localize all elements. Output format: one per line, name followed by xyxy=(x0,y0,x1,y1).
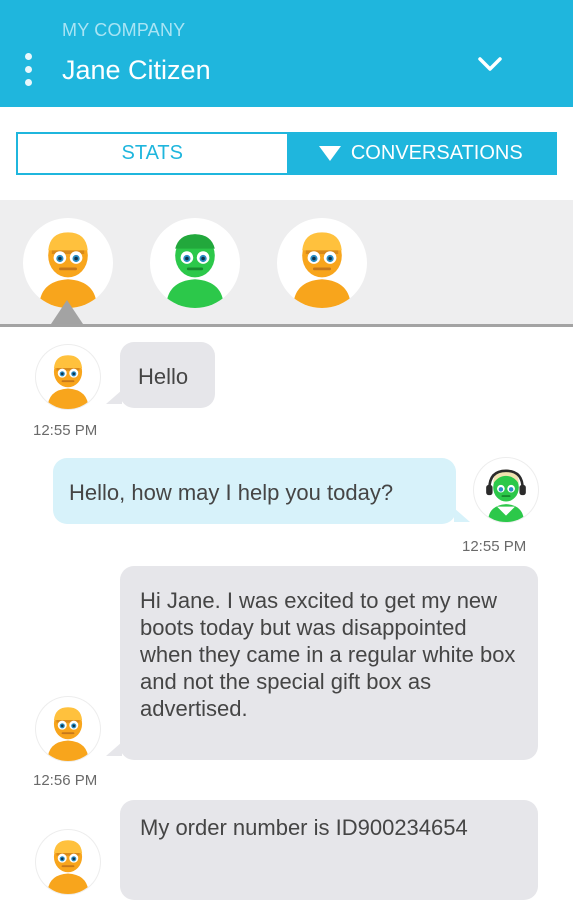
app-header: MY COMPANY Jane Citizen xyxy=(0,0,573,107)
message-bubble-incoming: My order number is ID900234654 xyxy=(120,800,538,900)
message-timestamp: 12:55 PM xyxy=(462,538,527,555)
triangle-down-icon xyxy=(318,146,341,161)
conversation-strip xyxy=(0,200,573,327)
bubble-tail xyxy=(454,508,470,522)
chevron-down-icon[interactable] xyxy=(476,55,504,75)
customer-avatar xyxy=(36,697,100,761)
message-bubble-incoming: Hello xyxy=(120,342,215,408)
view-switcher: STATS CONVERSATIONS xyxy=(16,132,557,175)
more-vertical-icon[interactable] xyxy=(24,53,34,89)
customer-avatar xyxy=(36,345,100,409)
message-text: Hello xyxy=(138,364,189,389)
message-text: My order number is ID900234654 xyxy=(140,815,468,840)
message-bubble-incoming: Hi Jane. I was excited to get my new boo… xyxy=(120,566,538,760)
user-name[interactable]: Jane Citizen xyxy=(62,55,211,86)
tab-stats[interactable]: STATS xyxy=(18,134,287,173)
selected-conversation-indicator xyxy=(51,300,83,324)
message-text: Hello, how may I help you today? xyxy=(69,480,394,505)
conversation-avatar-2[interactable] xyxy=(150,218,240,308)
message-timestamp: 12:56 PM xyxy=(33,772,98,789)
conversation-avatar-3[interactable] xyxy=(277,218,367,308)
customer-avatar xyxy=(36,830,100,894)
tab-conversations[interactable]: CONVERSATIONS xyxy=(286,134,555,173)
conversation-avatar-1[interactable] xyxy=(23,218,113,308)
agent-avatar xyxy=(474,458,538,522)
message-timestamp: 12:55 PM xyxy=(33,422,98,439)
message-bubble-outgoing: Hello, how may I help you today? xyxy=(53,458,456,524)
tab-stats-label: STATS xyxy=(121,142,183,164)
company-name: MY COMPANY xyxy=(62,20,186,40)
tab-conversations-label: CONVERSATIONS xyxy=(350,142,523,164)
message-text: Hi Jane. I was excited to get my new boo… xyxy=(140,588,516,721)
